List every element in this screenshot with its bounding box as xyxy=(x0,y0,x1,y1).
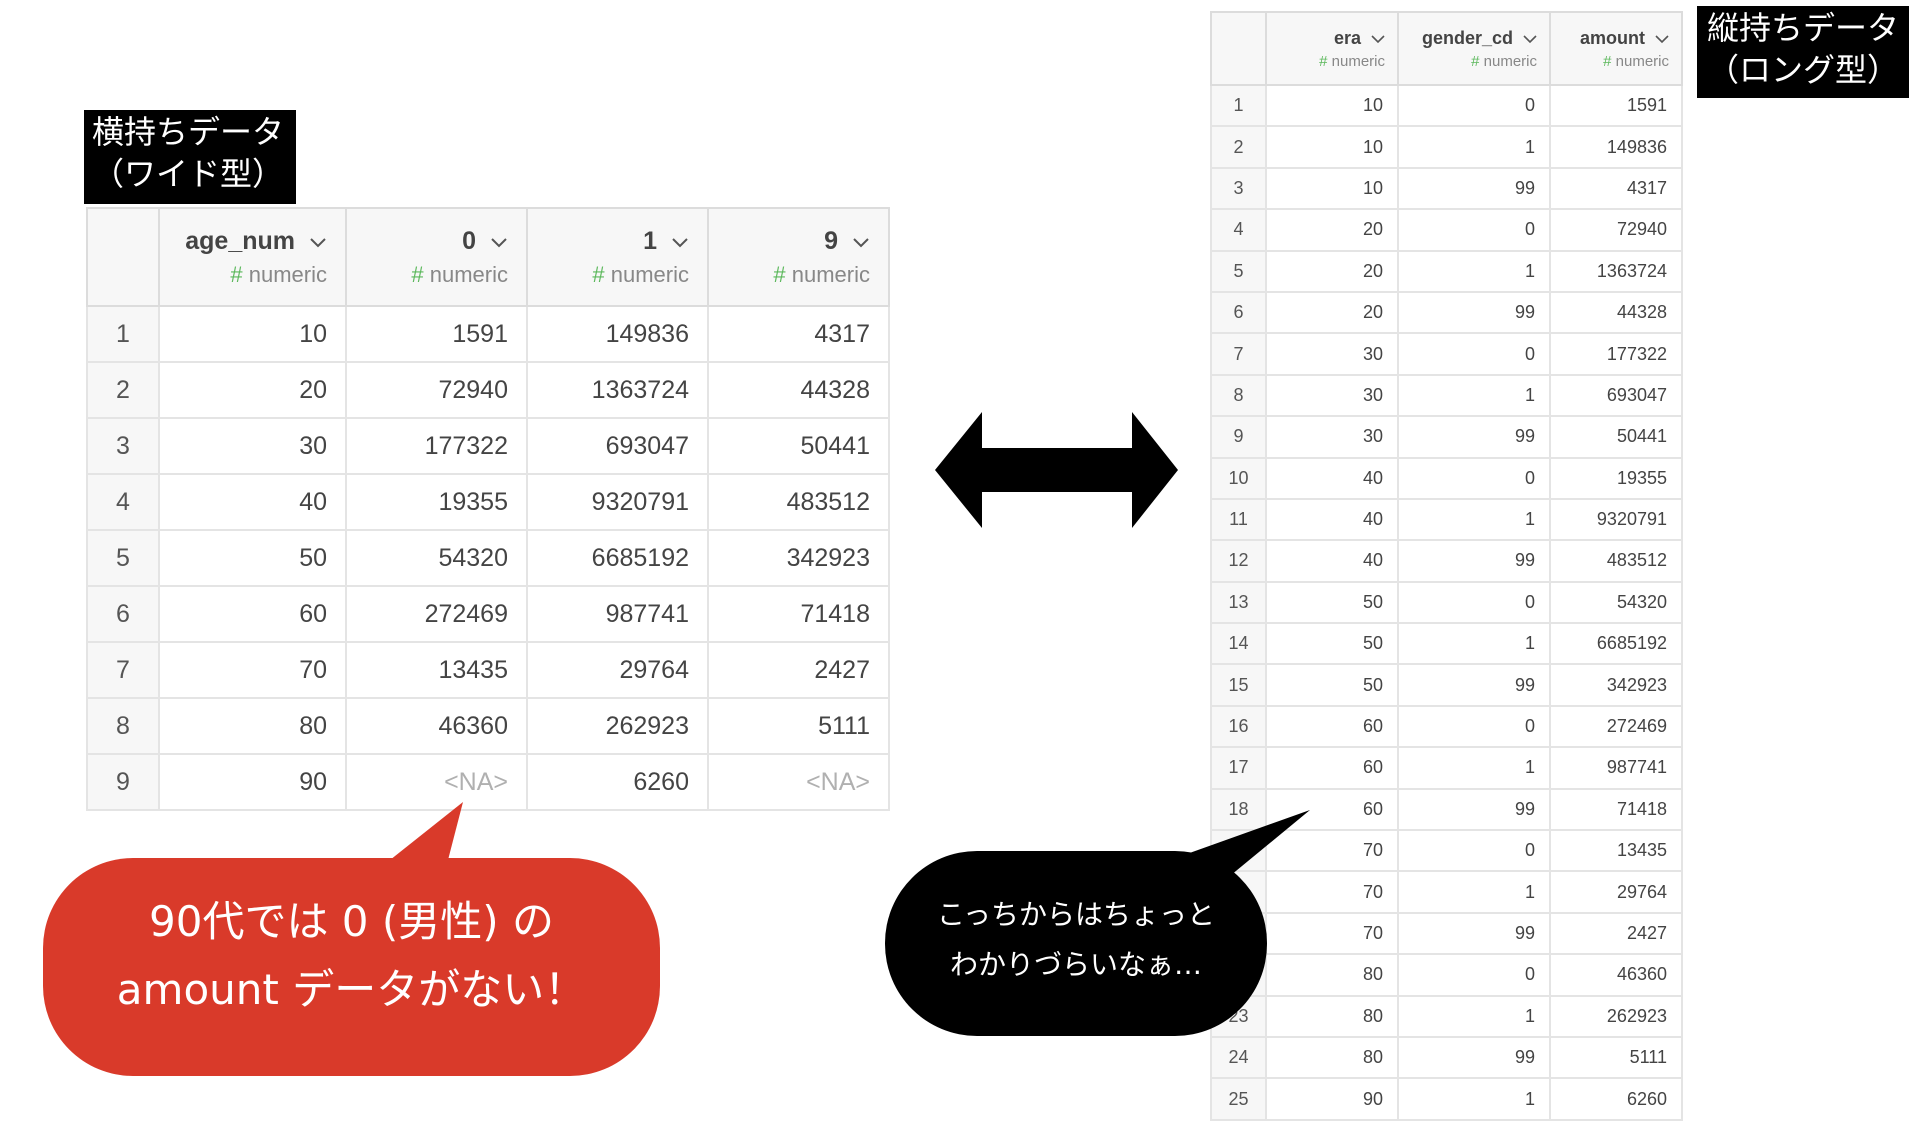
red-callout-line1: 90代では 0 (男性) の xyxy=(149,897,554,946)
black-callout-line2: わかりづらいなぁ… xyxy=(949,948,1202,981)
double-headed-arrow-icon xyxy=(935,412,1178,528)
black-callout-text: こっちからはちょっと わかりづらいなぁ… xyxy=(885,890,1267,990)
red-callout-text: 90代では 0 (男性) の amount データがない！ xyxy=(43,888,660,1024)
red-callout-line2: amount データがない！ xyxy=(116,965,587,1014)
black-callout-line1: こっちからはちょっと xyxy=(936,898,1216,931)
